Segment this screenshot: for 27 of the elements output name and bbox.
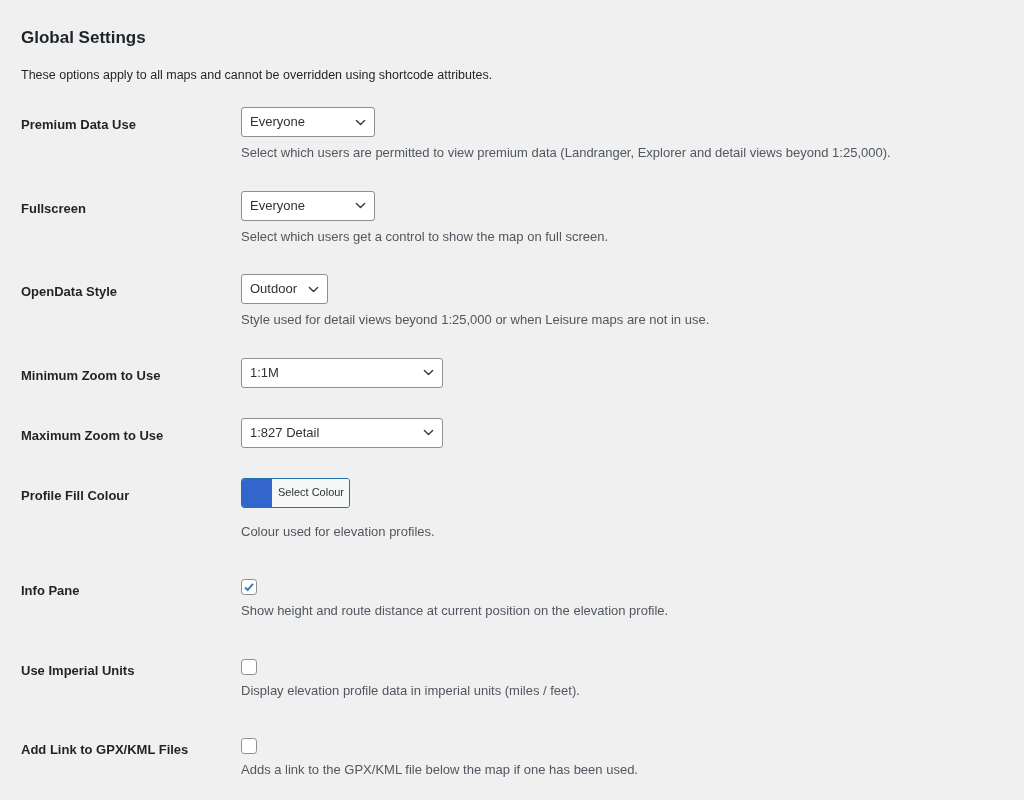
help-text: Colour used for elevation profiles. [241, 522, 436, 541]
checkbox[interactable] [241, 738, 257, 755]
dropdown-select[interactable]: Everyone [241, 190, 375, 221]
setting-label: Minimum Zoom to Use [21, 366, 162, 385]
dropdown-select[interactable]: Outdoor [241, 274, 328, 305]
color-picker[interactable]: Select Colour [241, 477, 350, 508]
help-text: Adds a link to the GPX/KML file below the map if one has been used. [241, 761, 639, 780]
dropdown-select[interactable]: 1:1M [241, 357, 443, 388]
help-text: Style used for detail views beyond 1:25,000 or when Leisure maps are not in use. [241, 311, 711, 330]
setting-label: Fullscreen [21, 199, 88, 218]
help-text: Display elevation profile data in imperial units (miles / feet). [241, 681, 581, 700]
help-text: Select which users are permitted to view premium data (Landranger, Explorer and detail views beyond 1:25,000). [241, 144, 892, 163]
help-text: Select which users get a control to show the map on full screen. [241, 227, 610, 246]
setting-label: Profile Fill Colour [21, 486, 131, 505]
setting-label: Info Pane [21, 582, 81, 601]
setting-label: Add Link to GPX/KML Files [21, 741, 190, 760]
intro-text: These options apply to all maps and cannot be overridden using shortcode attributes. [21, 67, 494, 85]
checkbox[interactable] [241, 658, 257, 675]
dropdown-select[interactable]: 1:827 Detail [241, 417, 443, 448]
help-text: Show height and route distance at current position on the elevation profile. [241, 602, 670, 621]
setting-label: OpenData Style [21, 283, 119, 302]
dropdown-select[interactable]: Everyone [241, 107, 375, 138]
page-title: Global Settings [21, 28, 147, 49]
setting-label: Use Imperial Units [21, 661, 136, 680]
setting-label: Maximum Zoom to Use [21, 426, 165, 445]
checkbox[interactable] [241, 579, 257, 596]
setting-label: Premium Data Use [21, 116, 137, 135]
